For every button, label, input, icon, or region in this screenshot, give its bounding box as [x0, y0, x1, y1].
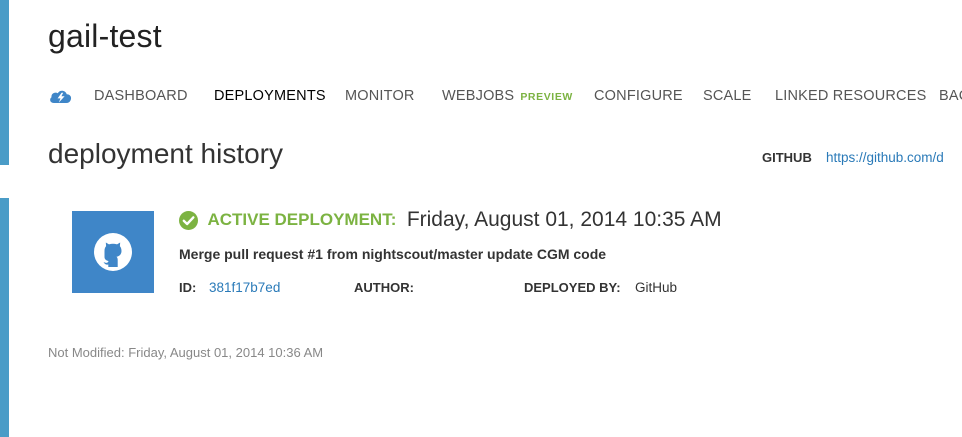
author-label: AUTHOR:: [354, 280, 414, 295]
tab-deployments[interactable]: DEPLOYMENTS: [214, 88, 326, 104]
section-title: deployment history: [48, 138, 284, 169]
tab-monitor[interactable]: MONITOR: [345, 88, 415, 104]
source-link[interactable]: https://github.com/d: [826, 150, 944, 165]
id-label: ID:: [179, 280, 197, 295]
tab-dashboard[interactable]: DASHBOARD: [94, 88, 188, 104]
cloud-lightning-icon[interactable]: [48, 86, 74, 106]
tab-webjobs[interactable]: WEBJOBS PREVIEW: [442, 88, 573, 104]
commit-id-link[interactable]: 381f17b7ed: [209, 280, 280, 295]
source-label: GITHUB: [762, 150, 812, 165]
tab-webjobs-label: WEBJOBS: [442, 88, 515, 104]
deployment-date: Friday, August 01, 2014 10:35 AM: [406, 208, 722, 231]
deployed-by-label: DEPLOYED BY:: [524, 280, 621, 295]
tab-configure[interactable]: CONFIGURE: [594, 88, 683, 104]
deployment-status-row: ACTIVE DEPLOYMENT: Friday, August 01, 20…: [179, 208, 722, 232]
tab-backups[interactable]: BAC: [939, 88, 962, 104]
left-accent-bar-top: [0, 0, 9, 165]
left-accent-bar-bottom: [0, 198, 9, 437]
github-icon: [94, 233, 132, 271]
page-title: gail-test: [48, 18, 162, 54]
status-label: ACTIVE DEPLOYMENT:: [207, 210, 397, 229]
tab-scale[interactable]: SCALE: [703, 88, 752, 104]
preview-badge: PREVIEW: [520, 91, 573, 103]
deployed-by-value: GitHub: [635, 280, 678, 295]
tab-linked-resources[interactable]: LINKED RESOURCES: [775, 88, 926, 104]
not-modified-note: Not Modified: Friday, August 01, 2014 10…: [48, 345, 324, 360]
commit-message: Merge pull request #1 from nightscout/ma…: [179, 246, 607, 262]
deployment-thumbnail: [72, 211, 154, 293]
check-circle-icon: [179, 210, 198, 230]
